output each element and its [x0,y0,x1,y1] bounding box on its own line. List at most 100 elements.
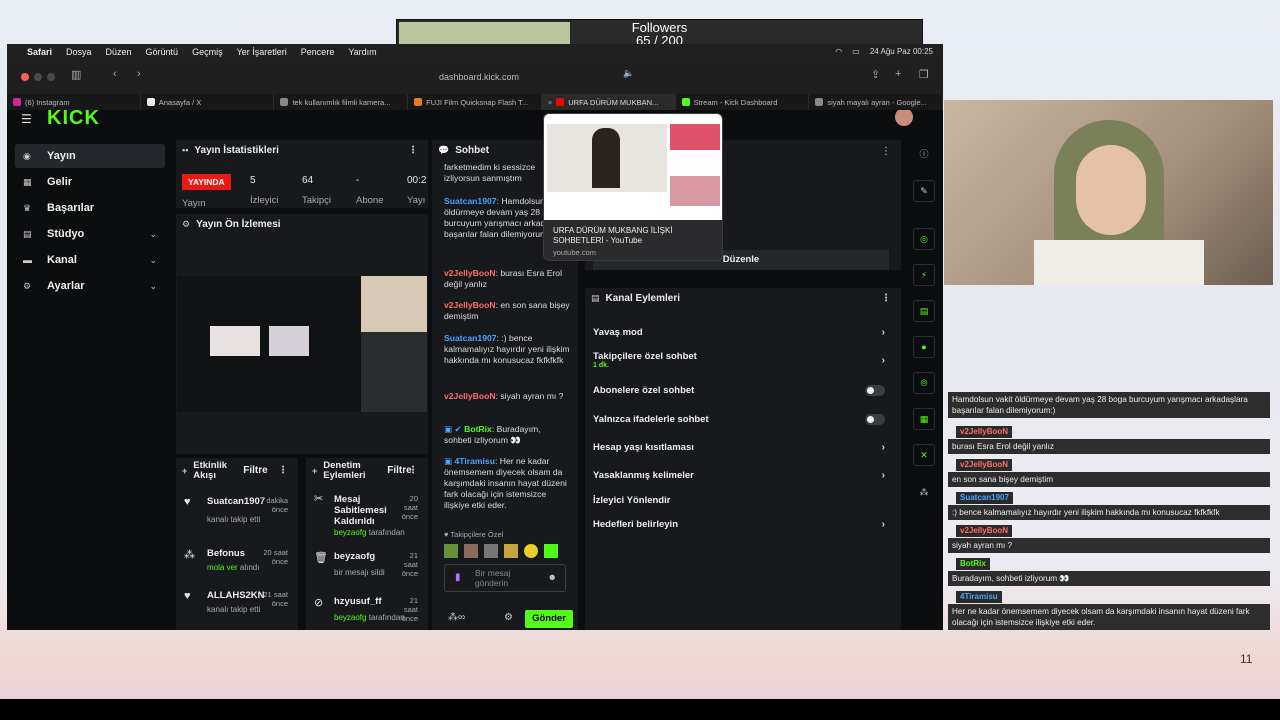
emote-icon[interactable] [444,544,458,558]
emote-icon[interactable] [464,544,478,558]
set-goals-row[interactable]: Hedefleri belirleyin › [593,519,893,530]
chevron-right-icon: › [881,470,885,481]
more-options-icon[interactable]: ⋮ [408,466,418,476]
broadcast-icon: ◉ [23,150,31,161]
overlay-chat-message: en son sana bişey demiştim [948,472,1270,487]
mute-tab-icon[interactable]: 🔈 [623,68,634,79]
more-options-icon[interactable]: ⋮ [881,293,891,304]
menu-item[interactable]: Dosya [66,47,92,57]
sidebar-item-ayarlar[interactable]: ⚙ Ayarlar ⌄ [15,274,165,298]
channel-actions-icon: ▤ [591,292,600,303]
google-icon [815,98,824,106]
chevron-right-icon: › [881,519,885,530]
slow-mode-row[interactable]: Yavaş mod › [593,327,893,338]
address-bar[interactable]: dashboard.kick.com [287,68,671,86]
menubar-clock[interactable]: 24 Ağu Paz 00:25 [870,47,933,56]
emote-icon[interactable] [524,544,538,558]
browser-tab-kick[interactable]: Stream - Kick Dashboard [676,94,810,110]
toggle-icon[interactable]: ◎ [913,228,935,250]
wifi-icon[interactable]: ◠ [835,47,842,56]
preview-thumbnail [544,114,722,220]
kick-logo[interactable]: KICK [47,110,100,128]
browser-tab-camera[interactable]: tek kullanımlık filmli kamera... [274,94,409,110]
edit-icon[interactable]: ✎ [913,180,935,202]
tab-overview-icon[interactable]: ❐ [919,68,929,81]
menu-item[interactable]: Yer İşaretleri [237,47,287,57]
broadcast-icon[interactable]: ⦾ [913,372,935,394]
gear-icon[interactable]: ⚙ [182,219,190,230]
activity-filter-button[interactable]: Filtre [243,466,267,476]
chat-input-placeholder: Bir mesaj gönderin [475,568,511,588]
menu-item[interactable]: Düzen [106,47,132,57]
emote-icon[interactable] [504,544,518,558]
sidebar-item-kanal[interactable]: ▬ Kanal ⌄ [15,248,165,272]
settings-icon: ⚙ [23,280,32,291]
microphone-icon[interactable]: ▮ [455,572,461,583]
people-icon[interactable]: ⁂ [913,482,935,504]
emote-only-toggle[interactable] [865,414,885,425]
document-icon[interactable]: ▤ [913,300,935,322]
browser-tab-instagram[interactable]: (6) Instagram [7,94,141,110]
sidebar-item-gelir[interactable]: ▦ Gelir [15,170,165,194]
back-icon[interactable]: ‹ [113,68,117,80]
bottom-bar [0,699,1280,720]
subscribers-only-toggle[interactable] [865,385,885,396]
battery-icon[interactable]: ▭ [852,47,860,56]
new-tab-icon[interactable]: + [895,68,901,80]
kick-icon [681,98,690,106]
sidebar-item-basarilar[interactable]: ♛ Başarılar [15,196,165,220]
emoji-icon[interactable]: ☻ [548,572,557,582]
close-tab-icon[interactable]: × [548,98,552,107]
menu-item[interactable]: Yardım [348,47,376,57]
overlay-chat-user: v2JellyBooN [956,525,1013,537]
wrench-icon[interactable]: ✕ [913,444,935,466]
layout-icon[interactable]: ▦ [913,408,935,430]
raid-row[interactable]: İzleyici Yönlendir [593,495,893,506]
points-icon[interactable]: ⁂∞ [448,612,465,623]
browser-tab-x[interactable]: Anasayfa / X [141,94,275,110]
chat-message-input[interactable]: ▮ Bir mesaj gönderin ☻ [444,564,566,592]
account-age-row[interactable]: Hesap yaşı kısıtlaması › [593,442,893,453]
share-icon[interactable]: ⇪ [871,68,880,81]
stream-preview-thumbnail[interactable] [177,276,427,412]
followers-only-chat-row[interactable]: Takipçilere özel sohbet 1 dk. › [593,351,893,369]
forward-icon[interactable]: › [137,68,141,80]
banned-words-row[interactable]: Yasaklanmış kelimeler › [593,470,893,481]
more-options-icon[interactable]: ⋮ [278,466,288,476]
menu-item[interactable]: Pencere [301,47,335,57]
sidebar-item-yayin[interactable]: ◉ Yayın [15,144,165,168]
gear-icon[interactable]: ⚙ [504,612,513,623]
lightning-icon[interactable]: ⚡ [913,264,935,286]
overlay-chat-message: :) bence kalmamalıyız hayırdır yeni iliş… [948,505,1270,520]
chat-message: ▣ ✔ BotRix: Buradayım, sohbeti izliyorum… [444,424,541,445]
page-number: 11 [1240,652,1253,666]
menu-app-name[interactable]: Safari [27,47,52,57]
more-options-icon[interactable]: ⋮ [408,145,418,156]
sidebar-toggle-icon[interactable]: ▥ [71,68,81,81]
more-options-icon[interactable]: ⋮ [881,146,891,157]
chat-bubble-icon[interactable]: ● [913,336,935,358]
emote-icon[interactable] [544,544,558,558]
activity-title: Etkinlik Akışı [193,460,228,481]
menu-item[interactable]: Görüntü [146,47,179,57]
send-chat-button[interactable]: Gönder [525,610,573,628]
browser-tab-youtube[interactable]: × URFA DÜRÜM MUKBAN... [541,94,676,110]
hamburger-menu-icon[interactable]: ☰ [21,112,32,126]
moderation-item: 🗑 beyzaofg bir mesajı sildi 21 saat önce [314,551,418,578]
info-icon[interactable]: ⓘ [913,144,935,166]
minimize-window-icon[interactable] [34,73,42,81]
browser-tab-fuji[interactable]: FUJI Film Quicksnap Flash T... [408,94,542,110]
zoom-window-icon[interactable] [47,73,55,81]
emote-icon[interactable] [484,544,498,558]
sidebar-item-studyo[interactable]: ▤ Stüdyo ⌄ [15,222,165,246]
close-window-icon[interactable] [21,73,29,81]
emote-only-chat-row: Yalnızca ifadelerle sohbet [593,414,893,425]
safari-toolbar: ▥ ‹ › dashboard.kick.com 🔈 ⇪ + ❐ [7,60,943,94]
menu-item[interactable]: Geçmiş [192,47,223,57]
activity-item: ⁂ Befonus mola ver alındı 20 saat önce [184,548,288,572]
avatar[interactable] [895,110,913,126]
moderation-actions-panel: + Denetim Eylemleri Filtre ⋮ ✂ Mesaj Sabitl… [306,458,428,630]
unpin-icon: ✂ [314,493,324,505]
browser-tab-google[interactable]: siyah mayalı ayran - Google... [809,94,944,110]
followers-only-label: ♥ Takipçilere Özel [444,530,504,539]
